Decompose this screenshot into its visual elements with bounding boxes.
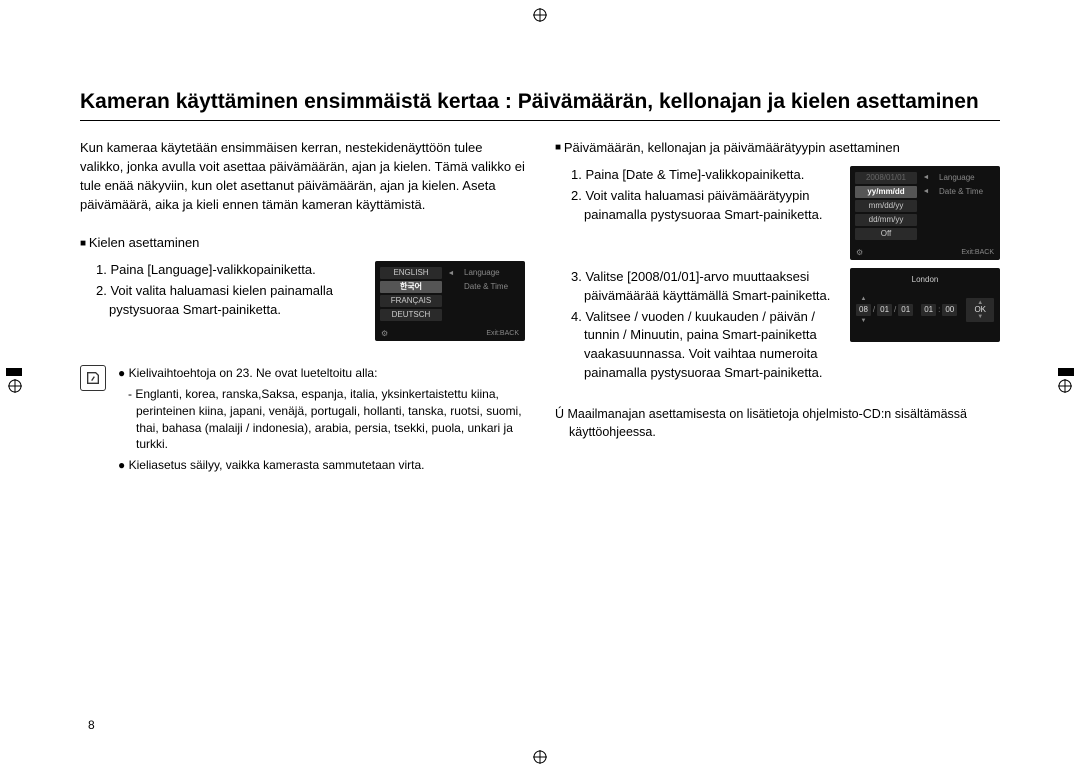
lcd-cell-min: 00 bbox=[942, 304, 957, 316]
lcd-cell-year: ▲ 08 ▼ bbox=[856, 304, 871, 316]
note-persist: ● Kieliasetus säilyy, vaikka kamerasta s… bbox=[118, 457, 525, 474]
registration-mark-left bbox=[8, 379, 22, 393]
lcd-item-francais: FRANÇAIS bbox=[380, 295, 442, 307]
lcd-dt-item-3: dd/mm/yy bbox=[855, 214, 917, 226]
lcd-arrow-icon: ◄ bbox=[447, 270, 455, 277]
step-dt-2: 2. Voit valita haluamasi päivämäärätyypi… bbox=[571, 187, 836, 225]
down-arrow-small-icon: ▼ bbox=[977, 314, 983, 320]
intro-paragraph: Kun kameraa käytetään ensimmäisen kerran… bbox=[80, 139, 525, 214]
page-title: Kameran käyttäminen ensimmäistä kertaa :… bbox=[80, 90, 1000, 121]
registration-mark-bottom bbox=[533, 750, 547, 764]
lcd-timezone-city: London bbox=[856, 274, 994, 290]
lcd-language-menu: ENGLISH ◄ Language 한국어 Date & Time FRANÇAIS… bbox=[375, 261, 525, 341]
lcd-cell-day: 01 bbox=[898, 304, 913, 316]
lcd-cell-hour: 01 bbox=[921, 304, 936, 316]
star-note: Ú Maailmanajan asettamisesta on lisätiet… bbox=[555, 405, 1000, 441]
lcd-item-english: ENGLISH bbox=[380, 267, 442, 279]
note-icon bbox=[80, 365, 106, 391]
lcd-datetype-menu: 2008/01/01 ◄ Language yy/mm/dd ◄ Date & Time… bbox=[850, 166, 1000, 260]
step-dt-3: 3. Valitse [2008/01/01]-arvo muuttaakses… bbox=[571, 268, 836, 306]
lcd-menu-datetime: Date & Time bbox=[460, 283, 520, 291]
datetime-steps-34: 3. Valitse [2008/01/01]-arvo muuttaakses… bbox=[571, 268, 836, 383]
note-languages-list: - Englanti, korea, ranska,Saksa, espanja… bbox=[118, 386, 525, 453]
gear-icon: ⚙ bbox=[381, 330, 388, 338]
lcd-dt-right-1: Date & Time bbox=[935, 188, 995, 196]
lcd-item-korean: 한국어 bbox=[380, 281, 442, 293]
lcd-dt-item-1: yy/mm/dd bbox=[855, 186, 917, 198]
up-arrow-icon: ▲ bbox=[860, 296, 866, 302]
right-column: Päivämäärän, kellonajan ja päivämäärätyy… bbox=[555, 139, 1000, 478]
lcd-arrow-icon: ◄ bbox=[922, 174, 930, 181]
lcd-cell-month: 01 bbox=[877, 304, 892, 316]
subhead-datetime: Päivämäärän, kellonajan ja päivämäärätyy… bbox=[555, 139, 1000, 158]
page-number: 8 bbox=[88, 718, 95, 732]
lcd-menu-language: Language bbox=[460, 269, 520, 277]
lcd-dt-right-0: Language bbox=[935, 174, 995, 182]
down-arrow-icon: ▼ bbox=[860, 318, 866, 324]
gear-icon: ⚙ bbox=[856, 249, 863, 257]
step-dt-1: 1. Paina [Date & Time]-valikkopainiketta… bbox=[571, 166, 836, 185]
subhead-language: Kielen asettaminen bbox=[80, 234, 525, 253]
note-list: ● Kielivaihtoehtoja on 23. Ne ovat luete… bbox=[118, 365, 525, 478]
registration-mark-right bbox=[1058, 379, 1072, 393]
trim-bar-left bbox=[6, 368, 22, 376]
lcd-ok-button: ▲ OK ▼ bbox=[966, 298, 994, 322]
lcd-dt-item-4: Off bbox=[855, 228, 917, 240]
lcd-date-editor: London ▲ 08 ▼ / 01 / 01 bbox=[850, 268, 1000, 342]
registration-mark-top bbox=[533, 8, 547, 22]
note-languages: ● Kielivaihtoehtoja on 23. Ne ovat luete… bbox=[118, 365, 525, 382]
language-steps: 1. Paina [Language]-valikkopainiketta. 2… bbox=[96, 261, 361, 320]
lcd-dt-item-2: mm/dd/yy bbox=[855, 200, 917, 212]
step-lang-2: 2. Voit valita haluamasi kielen painamal… bbox=[96, 282, 361, 320]
datetime-steps-12: 1. Paina [Date & Time]-valikkopainiketta… bbox=[571, 166, 836, 225]
trim-bar-right bbox=[1058, 368, 1074, 376]
left-column: Kun kameraa käytetään ensimmäisen kerran… bbox=[80, 139, 525, 478]
lcd-exit-label2: Exit:BACK bbox=[961, 249, 994, 257]
lcd-item-deutsch: DEUTSCH bbox=[380, 309, 442, 321]
step-dt-4: 4. Valitsee / vuoden / kuukauden / päivä… bbox=[571, 308, 836, 383]
lcd-dt-item-0: 2008/01/01 bbox=[855, 172, 917, 184]
lcd-exit-label: Exit:BACK bbox=[486, 330, 519, 338]
step-lang-1: 1. Paina [Language]-valikkopainiketta. bbox=[96, 261, 361, 280]
lcd-arrow-sel-icon: ◄ bbox=[922, 188, 930, 195]
